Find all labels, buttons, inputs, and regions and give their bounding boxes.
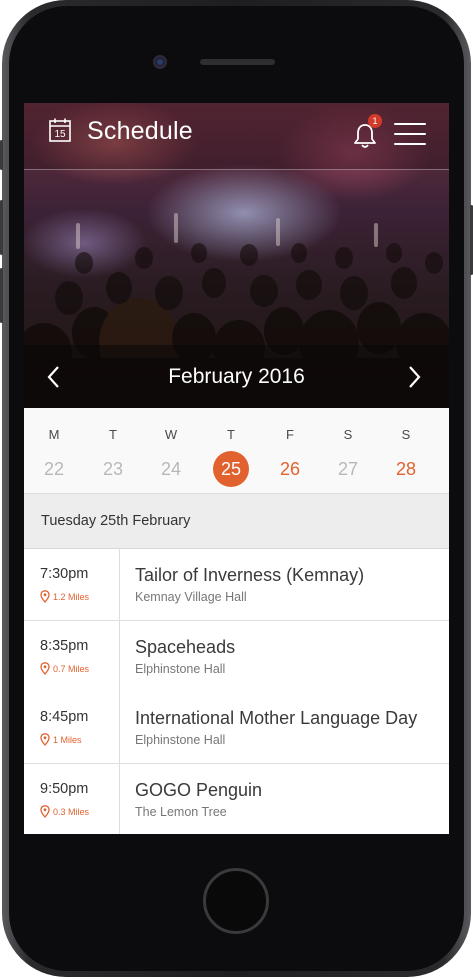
app-screen: 15 Schedule 1 February 2016 M 22 T 23 W … <box>24 103 449 834</box>
selected-date-header: Tuesday 25th February <box>24 494 449 549</box>
location-pin-icon <box>40 662 50 675</box>
day-name: W <box>164 427 178 442</box>
event-row[interactable]: 9:50pm 0.3 Miles GOGO Penguin The Lemon … <box>24 764 449 834</box>
day-number[interactable]: 23 <box>93 451 133 487</box>
row-divider <box>119 764 120 834</box>
mute-switch <box>0 140 3 170</box>
chevron-right-icon[interactable] <box>404 365 424 389</box>
day-name: F <box>286 427 294 442</box>
month-label: February 2016 <box>168 365 305 388</box>
event-name: International Mother Language Day <box>135 708 418 728</box>
top-navigation-bar: 15 Schedule 1 <box>24 103 449 170</box>
hamburger-menu-icon[interactable] <box>394 123 426 147</box>
event-distance: 1.2 Miles <box>40 590 89 603</box>
notification-badge: 1 <box>368 114 382 128</box>
event-distance: 1 Miles <box>40 733 82 746</box>
row-divider <box>119 692 120 763</box>
event-name: GOGO Penguin <box>135 780 263 800</box>
row-divider <box>119 549 120 620</box>
event-name: Tailor of Inverness (Kemnay) <box>135 565 365 585</box>
event-distance: 0.7 Miles <box>40 662 89 675</box>
event-venue: Elphinstone Hall <box>135 733 226 747</box>
hero-concert-image: 15 Schedule 1 February 2016 <box>24 103 449 408</box>
day-number[interactable]: 28 <box>386 451 426 487</box>
day-name: S <box>401 427 411 442</box>
home-button[interactable] <box>203 868 269 934</box>
event-time: 8:35pm <box>40 638 89 654</box>
page-title: Schedule <box>87 117 193 145</box>
front-camera <box>153 55 167 69</box>
day-number-selected[interactable]: 25 <box>213 451 249 487</box>
day-name: S <box>343 427 353 442</box>
day-name: M <box>48 427 60 442</box>
event-time: 9:50pm <box>40 781 89 797</box>
event-time: 7:30pm <box>40 566 89 582</box>
event-row[interactable]: 8:35pm 0.7 Miles Spaceheads Elphinstone … <box>24 621 449 693</box>
day-name: T <box>227 427 235 442</box>
event-name: Spaceheads <box>135 637 236 657</box>
day-number[interactable]: 24 <box>151 451 191 487</box>
distance-label: 0.7 Miles <box>53 664 90 674</box>
calendar-icon-day: 15 <box>54 129 66 140</box>
event-distance: 0.3 Miles <box>40 805 89 818</box>
location-pin-icon <box>40 590 50 603</box>
day-number[interactable]: 22 <box>34 451 74 487</box>
day-number[interactable]: 26 <box>270 451 310 487</box>
day-number[interactable]: 27 <box>328 451 368 487</box>
event-row[interactable]: 7:30pm 1.2 Miles Tailor of Inverness (Ke… <box>24 549 449 621</box>
event-time: 8:45pm <box>40 709 89 725</box>
earpiece-speaker <box>200 59 275 65</box>
week-strip: M 22 T 23 W 24 T 25 F 26 S 27 S 28 <box>24 408 449 494</box>
day-name: T <box>109 427 117 442</box>
volume-up-button <box>0 200 3 255</box>
volume-down-button <box>0 268 3 323</box>
event-venue: Kemnay Village Hall <box>135 590 247 604</box>
event-row[interactable]: 8:45pm 1 Miles International Mother Lang… <box>24 692 449 764</box>
selected-date-label: Tuesday 25th February <box>41 513 191 529</box>
location-pin-icon <box>40 805 50 818</box>
event-venue: The Lemon Tree <box>135 805 227 819</box>
location-pin-icon <box>40 733 50 746</box>
row-divider <box>119 621 120 692</box>
distance-label: 1.2 Miles <box>53 592 90 602</box>
event-venue: Elphinstone Hall <box>135 662 226 676</box>
distance-label: 1 Miles <box>53 735 82 745</box>
distance-label: 0.3 Miles <box>53 807 90 817</box>
month-navigator: February 2016 <box>24 345 449 408</box>
